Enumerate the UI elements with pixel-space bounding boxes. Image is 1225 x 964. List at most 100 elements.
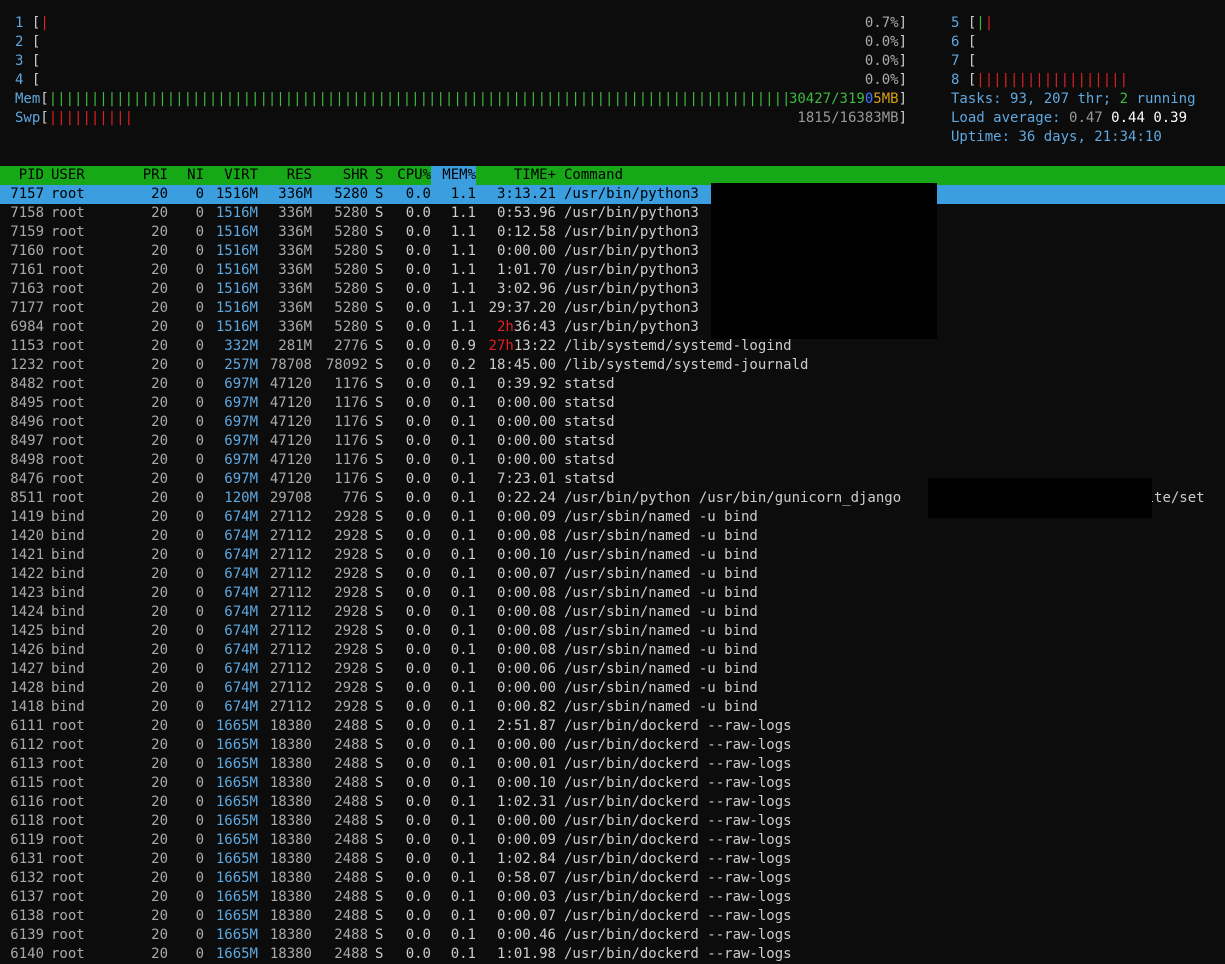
process-virt: 1665M [215, 870, 258, 886]
column-cpu[interactable]: CPU% [387, 166, 431, 185]
process-row[interactable]: 6118 root 20 0 1665M 18380 2488 S 0.0 0.1 0:00.00 /… [0, 812, 1225, 831]
process-nice: 0 [195, 300, 204, 316]
process-virt: 674M [224, 547, 258, 563]
column-shr[interactable]: SHR [312, 166, 368, 185]
process-row[interactable]: 7157 root 20 0 1516M 336M 5280 S 0.0 1.1 3:13.21/u… [0, 185, 1225, 204]
process-command: /usr/sbin/named -u bind [564, 604, 758, 620]
process-state: S [375, 927, 384, 943]
column-ni[interactable]: NI [170, 166, 204, 185]
process-shr: 2488 [334, 756, 368, 772]
process-mem: 0.1 [450, 756, 476, 772]
process-row[interactable]: 1425 bind 20 0 674M 27112 2928 S 0.0 0.1 0:00.08/u… [0, 622, 1225, 641]
column-user[interactable]: USER [51, 166, 131, 185]
process-pid: 1423 [10, 585, 44, 601]
process-mem: 0.1 [450, 775, 476, 791]
process-state: S [375, 623, 384, 639]
process-row[interactable]: 8496 root 20 0 697M 47120 1176 S 0.0 0.1 0:00.00 st… [0, 413, 1225, 432]
memory-meter: Mem[||||||||||||||||||||||||||||||||||||… [15, 91, 907, 107]
column-pid[interactable]: PID [0, 166, 44, 185]
process-virt: 1665M [215, 813, 258, 829]
process-row[interactable]: 1232 root 20 0 257M 78708 78092 S 0.0 0.2 18:45.00… [0, 356, 1225, 375]
process-res: 281M [278, 338, 312, 354]
process-row[interactable]: 7160 root 20 0 1516M 336M 5280 S 0.0 1.1 0:00.00/u… [0, 242, 1225, 261]
process-res: 27112 [269, 642, 312, 658]
process-shr: 2488 [334, 851, 368, 867]
process-virt: 1665M [215, 718, 258, 734]
process-pid: 6132 [10, 870, 44, 886]
process-row[interactable]: 1153 root 20 0 332M 281M 2776 S 0.0 0.9 27h13:22/l… [0, 337, 1225, 356]
process-res: 18380 [269, 775, 312, 791]
process-state: S [375, 680, 384, 696]
process-row[interactable]: 6132 root 20 0 1665M 18380 2488 S 0.0 0.1 0:58.07 /… [0, 869, 1225, 888]
column-pri[interactable]: PRI [130, 166, 168, 185]
process-time: 0:00.00 [496, 414, 556, 430]
process-shr: 2928 [334, 585, 368, 601]
process-row[interactable]: 1426 bind 20 0 674M 27112 2928 S 0.0 0.1 0:00.08/u… [0, 641, 1225, 660]
process-shr: 2928 [334, 509, 368, 525]
process-row[interactable]: 6137 root 20 0 1665M 18380 2488 S 0.0 0.1 0:00.03 /… [0, 888, 1225, 907]
process-shr: 78092 [325, 357, 368, 373]
process-cpu: 0.0 [405, 376, 431, 392]
process-cpu: 0.0 [405, 775, 431, 791]
process-state: S [375, 224, 384, 240]
process-nice: 0 [195, 224, 204, 240]
process-nice: 0 [195, 946, 204, 962]
process-priority: 20 [151, 433, 168, 449]
process-user: root [51, 946, 85, 962]
column-time[interactable]: TIME+ [476, 166, 556, 185]
process-table-header: PID USER PRI NI VIRT RES SHR S CPU% MEM%… [0, 166, 1225, 185]
column-virt[interactable]: VIRT [204, 166, 258, 185]
process-row[interactable]: 6116 root 20 0 1665M 18380 2488 S 0.0 0.1 1:02.31 /… [0, 793, 1225, 812]
cpu-label: 8 [951, 72, 960, 88]
process-mem: 1.1 [450, 281, 476, 297]
process-row[interactable]: 6119 root 20 0 1665M 18380 2488 S 0.0 0.1 0:00.09 /… [0, 831, 1225, 850]
swap-label: Swp [15, 110, 41, 126]
process-state: S [375, 433, 384, 449]
process-virt: 674M [224, 661, 258, 677]
process-priority: 20 [151, 851, 168, 867]
process-row[interactable]: 6984 root 20 0 1516M 336M 5280 S 0.0 1.1 2h36:43/u… [0, 318, 1225, 337]
process-row[interactable]: 7163 root 20 0 1516M 336M 5280 S 0.0 1.1 3:02.96/u… [0, 280, 1225, 299]
process-row[interactable]: 8497 root 20 0 697M 47120 1176 S 0.0 0.1 0:00.00 st… [0, 432, 1225, 451]
process-row[interactable]: 8495 root 20 0 697M 47120 1176 S 0.0 0.1 0:00.00 st… [0, 394, 1225, 413]
column-mem-sorted[interactable]: MEM% [431, 166, 476, 185]
process-mem: 0.1 [450, 718, 476, 734]
process-row[interactable]: 8498 root 20 0 697M 47120 1176 S 0.0 0.1 0:00.00 st… [0, 451, 1225, 470]
process-row[interactable]: 1420 bind 20 0 674M 27112 2928 S 0.0 0.1 0:00.08/u… [0, 527, 1225, 546]
process-row[interactable]: 1421 bind 20 0 674M 27112 2928 S 0.0 0.1 0:00.10/u… [0, 546, 1225, 565]
process-row[interactable]: 8482 root 20 0 697M 47120 1176 S 0.0 0.1 0:39.92 st… [0, 375, 1225, 394]
process-row[interactable]: 6139 root 20 0 1665M 18380 2488 S 0.0 0.1 0:00.46 /… [0, 926, 1225, 945]
process-row[interactable]: 6112 root 20 0 1665M 18380 2488 S 0.0 0.1 0:00.00 /… [0, 736, 1225, 755]
redaction-block [928, 478, 1152, 518]
column-res[interactable]: RES [258, 166, 312, 185]
process-row[interactable]: 7161 root 20 0 1516M 336M 5280 S 0.0 1.1 1:01.70/u… [0, 261, 1225, 280]
process-row[interactable]: 1428 bind 20 0 674M 27112 2928 S 0.0 0.1 0:00.00/u… [0, 679, 1225, 698]
process-row[interactable]: 6115 root 20 0 1665M 18380 2488 S 0.0 0.1 0:00.10 /… [0, 774, 1225, 793]
process-row[interactable]: 6138 root 20 0 1665M 18380 2488 S 0.0 0.1 0:00.07 /… [0, 907, 1225, 926]
process-priority: 20 [151, 946, 168, 962]
process-mem: 0.1 [450, 414, 476, 430]
process-row[interactable]: 6113 root 20 0 1665M 18380 2488 S 0.0 0.1 0:00.01 /… [0, 755, 1225, 774]
process-row[interactable]: 6111 root 20 0 1665M 18380 2488 S 0.0 0.1 2:51.87 /… [0, 717, 1225, 736]
process-command: /usr/sbin/named -u bind [564, 642, 758, 658]
process-virt: 1665M [215, 946, 258, 962]
process-user: root [51, 224, 85, 240]
process-row[interactable]: 1422 bind 20 0 674M 27112 2928 S 0.0 0.1 0:00.07/u… [0, 565, 1225, 584]
process-row[interactable]: 1423 bind 20 0 674M 27112 2928 S 0.0 0.1 0:00.08/u… [0, 584, 1225, 603]
process-row[interactable]: 1427 bind 20 0 674M 27112 2928 S 0.0 0.1 0:00.06/u… [0, 660, 1225, 679]
process-row[interactable]: 6140 root 20 0 1665M 18380 2488 S 0.0 0.1 1:01.98 /… [0, 945, 1225, 964]
process-nice: 0 [195, 889, 204, 905]
process-row[interactable]: 6131 root 20 0 1665M 18380 2488 S 0.0 0.1 1:02.84 /… [0, 850, 1225, 869]
process-row[interactable]: 1424 bind 20 0 674M 27112 2928 S 0.0 0.1 0:00.08/u… [0, 603, 1225, 622]
process-row[interactable]: 1418 bind 20 0 674M 27112 2928 S 0.0 0.1 0:00.82/u… [0, 698, 1225, 717]
column-state[interactable]: S [375, 166, 387, 185]
process-pid: 6113 [10, 756, 44, 772]
process-res: 18380 [269, 946, 312, 962]
process-row[interactable]: 7158 root 20 0 1516M 336M 5280 S 0.0 1.1 0:53.96/u… [0, 204, 1225, 223]
process-row[interactable]: 7159 root 20 0 1516M 336M 5280 S 0.0 1.1 0:12.58/u… [0, 223, 1225, 242]
process-nice: 0 [195, 414, 204, 430]
process-row[interactable]: 7177 root 20 0 1516M 336M 5280 S 0.0 1.1 29:37.20/… [0, 299, 1225, 318]
process-state: S [375, 376, 384, 392]
process-user: root [51, 775, 85, 791]
process-user: root [51, 414, 85, 430]
